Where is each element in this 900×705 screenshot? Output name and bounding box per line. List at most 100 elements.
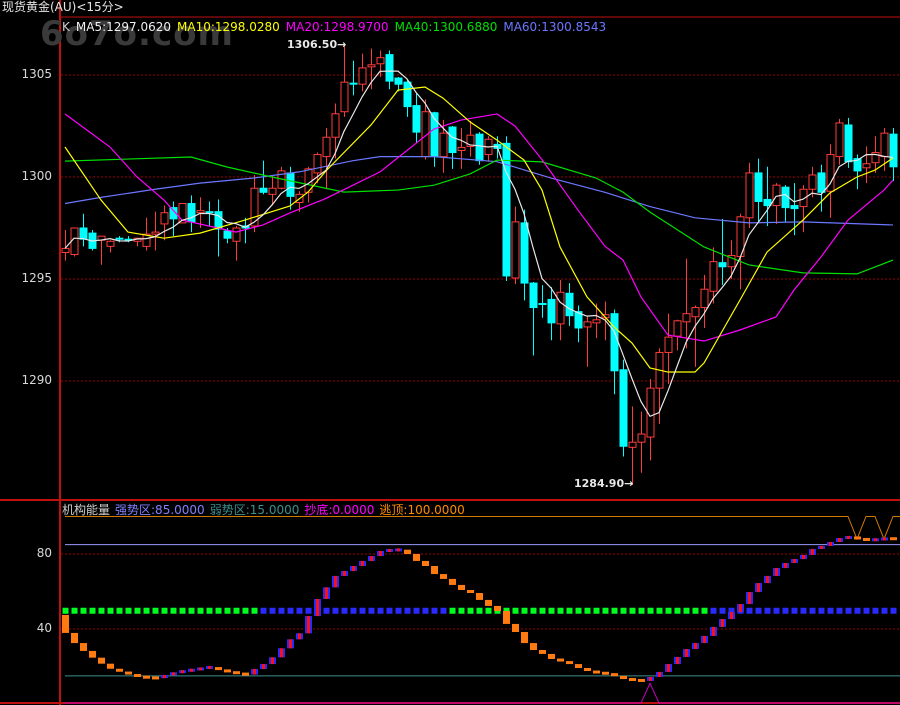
energy-bar-down — [602, 671, 609, 675]
energy-bar-down — [62, 614, 69, 633]
midline-dot — [890, 607, 897, 614]
candle-body — [790, 205, 799, 210]
energy-bar-up — [197, 667, 204, 671]
candle-body — [808, 174, 817, 190]
candle-body — [556, 291, 565, 325]
chart-canvas[interactable] — [0, 0, 900, 705]
candle — [457, 128, 466, 169]
midline-dot — [197, 607, 204, 614]
candle — [565, 283, 574, 326]
energy-bar-up — [206, 666, 213, 670]
midline-dot — [575, 607, 582, 614]
energy-bar-down — [107, 663, 114, 669]
midline-dot — [170, 607, 177, 614]
midline-dot — [188, 607, 195, 614]
candle-body — [358, 67, 367, 85]
candle-body — [187, 203, 196, 223]
energy-bar-up — [161, 674, 168, 679]
energy-bar-core — [802, 554, 805, 560]
midline-dot — [791, 607, 798, 614]
midline-dot — [350, 607, 357, 614]
candle — [682, 258, 691, 349]
energy-bar-up — [836, 538, 843, 542]
candle-body — [664, 336, 673, 353]
midline-dot — [818, 607, 825, 614]
energy-bar-core — [658, 671, 661, 677]
legend-ma10: MA10:1298.0280 — [177, 20, 280, 34]
candle — [367, 48, 376, 90]
midline-dot — [422, 607, 429, 614]
energy-bar-core — [748, 592, 751, 605]
top-signal-line — [65, 516, 900, 541]
legend-ma60: MA60:1300.8543 — [503, 20, 607, 34]
energy-bar-up — [323, 587, 330, 599]
energy-bar-down — [80, 643, 87, 651]
energy-bar-down — [638, 678, 645, 682]
midline-dot — [809, 607, 816, 614]
candle — [466, 120, 475, 157]
energy-bar-core — [721, 619, 724, 627]
candle-body — [376, 57, 385, 65]
midline-dot — [539, 607, 546, 614]
candle-body — [763, 198, 772, 207]
energy-bar-down — [557, 658, 564, 662]
candle — [646, 378, 655, 461]
energy-bar-core — [334, 575, 337, 588]
window-title: 现货黄金(AU)<15分> — [2, 0, 124, 14]
energy-bar-up — [341, 571, 348, 576]
energy-bar-down — [863, 537, 870, 541]
energy-bar-down — [467, 590, 474, 593]
candle — [106, 240, 115, 253]
y-tick-label: 1290 — [21, 373, 52, 387]
candle — [754, 158, 763, 223]
energy-bar-up — [251, 668, 258, 675]
midline-dot — [260, 607, 267, 614]
candle — [529, 282, 538, 356]
energy-bar-core — [793, 559, 796, 563]
midline-dot — [449, 607, 456, 614]
legend-strong-zone: 强势区:85.0000 — [115, 503, 205, 517]
energy-bar-up — [647, 677, 654, 681]
energy-bar-down — [233, 671, 240, 675]
midline-dot — [125, 607, 132, 614]
midline-dot — [287, 607, 294, 614]
midline-dot — [872, 607, 879, 614]
y-tick-label: 80 — [36, 546, 52, 560]
midline-dot — [827, 607, 834, 614]
candle-body — [457, 146, 466, 151]
midline-dot — [512, 607, 519, 614]
energy-bar-core — [253, 668, 256, 675]
energy-bar-core — [694, 643, 697, 650]
energy-bar-core — [370, 556, 373, 561]
candle-body — [520, 222, 529, 284]
candle-body — [547, 298, 556, 324]
midline-dot — [386, 607, 393, 614]
energy-bar-core — [163, 674, 166, 679]
candle-body — [313, 154, 322, 174]
indicator-name: 机构能量 — [62, 503, 111, 517]
energy-bar-core — [397, 548, 400, 552]
energy-bar-core — [271, 657, 274, 665]
candle — [448, 126, 457, 169]
candle — [781, 185, 790, 222]
candle-body — [79, 227, 88, 240]
candle-body — [682, 313, 691, 323]
energy-bar-down — [125, 671, 132, 675]
midline-dot — [710, 607, 717, 614]
energy-bar-core — [739, 604, 742, 612]
candle-body — [412, 105, 421, 133]
energy-bar-core — [838, 538, 841, 542]
candle — [889, 128, 898, 182]
candle-body — [349, 82, 358, 85]
candle — [628, 406, 637, 486]
midline-dot — [692, 607, 699, 614]
midline-dot — [242, 607, 249, 614]
candle — [835, 118, 844, 165]
energy-bar-core — [775, 568, 778, 576]
energy-bar-core — [712, 626, 715, 636]
candle-body — [862, 163, 871, 169]
energy-bar-down — [116, 668, 123, 672]
candle-body — [322, 136, 331, 158]
candle-body — [592, 319, 601, 324]
midline-dot — [107, 607, 114, 614]
